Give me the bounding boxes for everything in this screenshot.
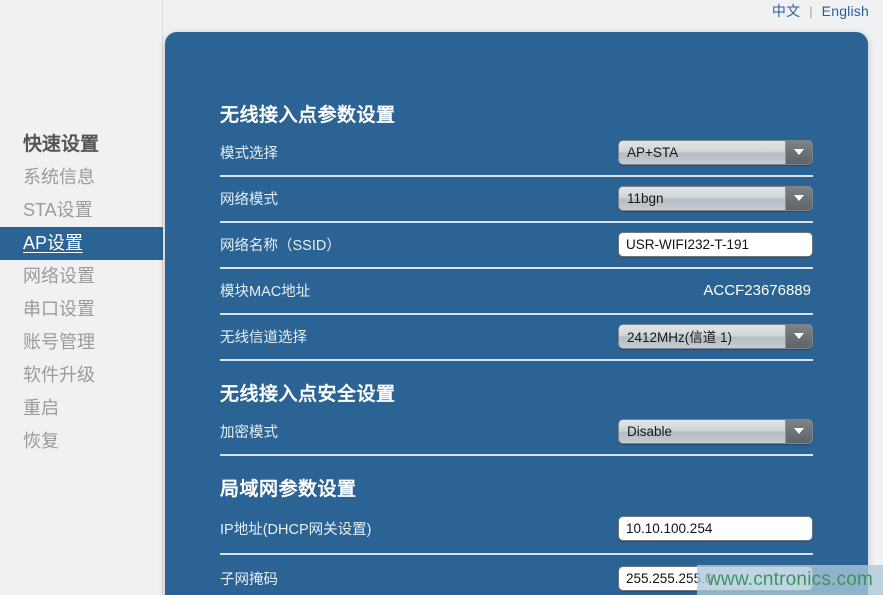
sidebar-item-label: 网络设置 bbox=[23, 266, 95, 286]
sidebar-item-label: 串口设置 bbox=[23, 299, 95, 319]
field-label: 网络模式 bbox=[220, 188, 278, 209]
network-mode-dropdown[interactable]: 11bgn bbox=[618, 186, 813, 211]
form-row-ssid: 网络名称（SSID） bbox=[220, 223, 813, 269]
sidebar: 快速设置 系统信息 STA设置 AP设置 网络设置 串口设置 账号管理 软件升级… bbox=[0, 0, 163, 595]
mac-address-value: ACCF23676889 bbox=[703, 282, 813, 299]
field-label: 网络名称（SSID） bbox=[220, 234, 341, 255]
sidebar-item-label: STA设置 bbox=[23, 200, 93, 220]
sidebar-item-system-info[interactable]: 系统信息 bbox=[0, 161, 163, 194]
network-mode-value: 11bgn bbox=[619, 191, 785, 206]
sidebar-item-firmware-upgrade[interactable]: 软件升级 bbox=[0, 359, 163, 392]
chevron-down-icon bbox=[785, 420, 812, 443]
ip-address-input[interactable] bbox=[618, 516, 813, 541]
form-row-mode-select: 模式选择 AP+STA bbox=[220, 131, 813, 177]
sidebar-item-label: 软件升级 bbox=[23, 365, 95, 385]
sidebar-item-label: 恢复 bbox=[23, 431, 59, 451]
form-row-wireless-channel: 无线信道选择 2412MHz(信道 1) bbox=[220, 315, 813, 361]
form-row-ip-address: IP地址(DHCP网关设置) bbox=[220, 505, 813, 555]
field-label: 加密模式 bbox=[220, 421, 278, 442]
encryption-mode-value: Disable bbox=[619, 424, 785, 439]
sidebar-item-label: 重启 bbox=[23, 398, 59, 418]
section-title-lan-params: 局域网参数设置 bbox=[220, 456, 813, 501]
sidebar-item-label: 快速设置 bbox=[23, 134, 99, 155]
sidebar-item-quick-setup[interactable]: 快速设置 bbox=[0, 128, 163, 161]
field-label: 模块MAC地址 bbox=[220, 280, 310, 301]
field-label: 模式选择 bbox=[220, 142, 278, 163]
field-label: 子网掩码 bbox=[220, 568, 278, 589]
sidebar-item-label: AP设置 bbox=[23, 233, 83, 253]
section-title-ap-security: 无线接入点安全设置 bbox=[220, 361, 813, 406]
language-bar: 中文 | English bbox=[772, 0, 869, 22]
encryption-mode-dropdown[interactable]: Disable bbox=[618, 419, 813, 444]
sidebar-item-network-settings[interactable]: 网络设置 bbox=[0, 260, 163, 293]
chevron-down-icon bbox=[785, 141, 812, 164]
language-separator: | bbox=[809, 4, 812, 19]
ssid-input[interactable] bbox=[618, 232, 813, 257]
watermark: www.cntronics.com bbox=[697, 565, 883, 595]
main-panel: 无线接入点参数设置 模式选择 AP+STA 网络模式 11bgn 网络名称（SS… bbox=[165, 32, 868, 595]
section-title-ap-params: 无线接入点参数设置 bbox=[220, 94, 813, 127]
wireless-channel-dropdown[interactable]: 2412MHz(信道 1) bbox=[618, 324, 813, 349]
language-link-english[interactable]: English bbox=[822, 3, 869, 19]
chevron-down-icon bbox=[785, 325, 812, 348]
sidebar-item-restore[interactable]: 恢复 bbox=[0, 425, 163, 458]
language-link-chinese[interactable]: 中文 bbox=[772, 1, 800, 21]
sidebar-item-serial-settings[interactable]: 串口设置 bbox=[0, 293, 163, 326]
sidebar-item-sta-settings[interactable]: STA设置 bbox=[0, 194, 163, 227]
mode-select-dropdown[interactable]: AP+STA bbox=[618, 140, 813, 165]
sidebar-item-account-management[interactable]: 账号管理 bbox=[0, 326, 163, 359]
chevron-down-icon bbox=[785, 187, 812, 210]
settings-form: 无线接入点参数设置 模式选择 AP+STA 网络模式 11bgn 网络名称（SS… bbox=[220, 94, 813, 595]
field-label: IP地址(DHCP网关设置) bbox=[220, 518, 371, 539]
form-row-network-mode: 网络模式 11bgn bbox=[220, 177, 813, 223]
sidebar-item-label: 账号管理 bbox=[23, 332, 95, 352]
mode-select-value: AP+STA bbox=[619, 145, 785, 160]
sidebar-nav: 快速设置 系统信息 STA设置 AP设置 网络设置 串口设置 账号管理 软件升级… bbox=[0, 128, 163, 458]
form-row-mac-address: 模块MAC地址 ACCF23676889 bbox=[220, 269, 813, 315]
sidebar-item-restart[interactable]: 重启 bbox=[0, 392, 163, 425]
sidebar-item-label: 系统信息 bbox=[23, 167, 95, 187]
watermark-text: www.cntronics.com bbox=[707, 569, 873, 591]
form-row-encryption-mode: 加密模式 Disable bbox=[220, 410, 813, 456]
wireless-channel-value: 2412MHz(信道 1) bbox=[619, 326, 785, 346]
field-label: 无线信道选择 bbox=[220, 326, 307, 347]
sidebar-item-ap-settings[interactable]: AP设置 bbox=[0, 227, 163, 260]
